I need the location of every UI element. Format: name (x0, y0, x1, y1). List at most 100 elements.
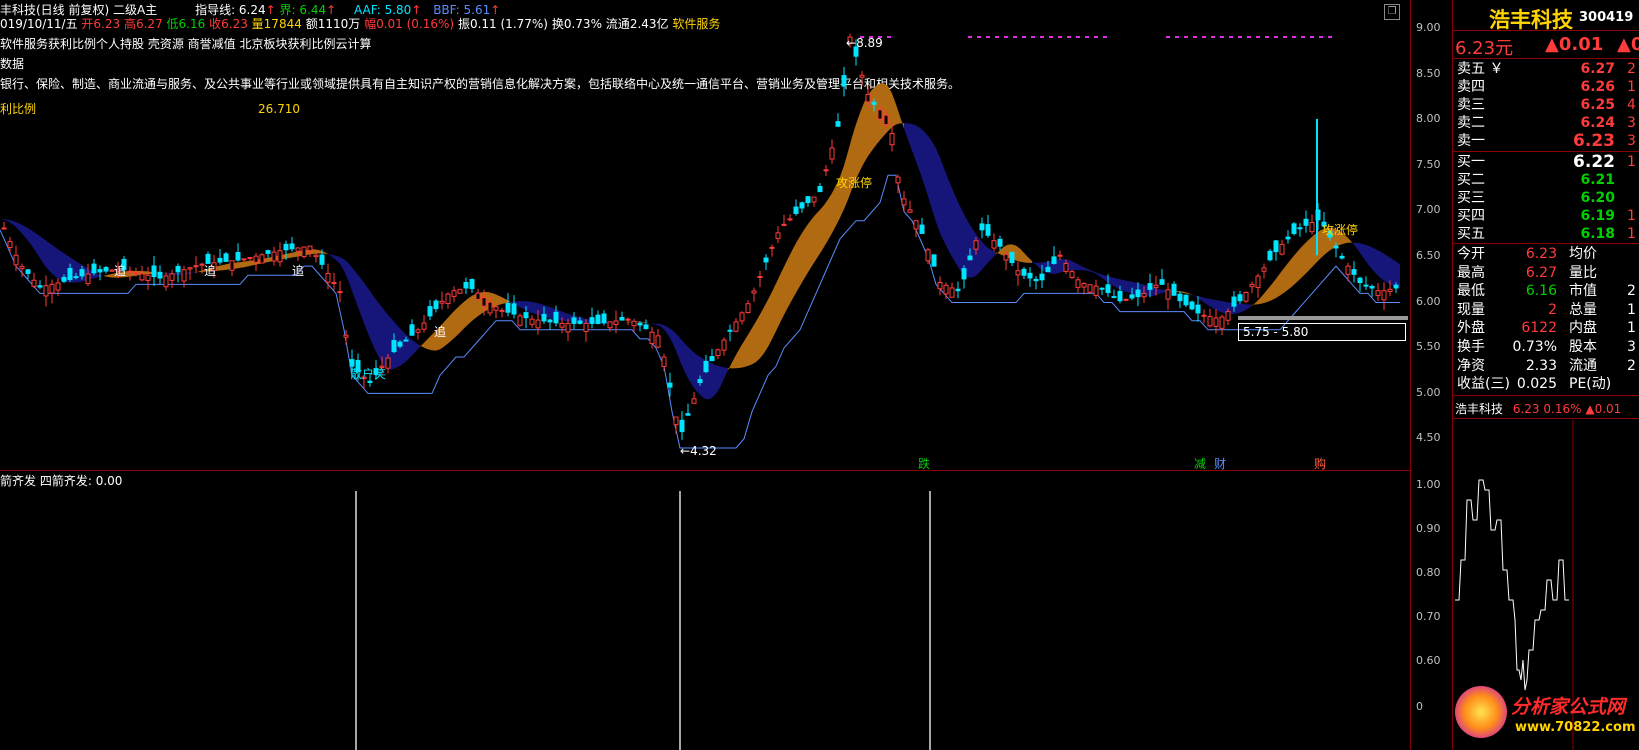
candle-body (163, 275, 169, 288)
ribbon-segment (928, 135, 932, 210)
ribbon-segment (144, 271, 148, 275)
ribbon-segment (984, 244, 988, 268)
ribbon-segment (348, 262, 352, 291)
candle-body (421, 322, 427, 330)
candle-body (685, 413, 691, 416)
candle-body (331, 282, 337, 285)
buy-level-row[interactable]: 买四 6.19 1 (1457, 207, 1639, 225)
candle-body (733, 321, 739, 332)
ribbon-segment (656, 323, 660, 327)
ribbon-segment (1248, 304, 1252, 309)
stats-row: 净资 2.33 流通 2 (1457, 357, 1639, 375)
level-price: 6.21 (1580, 172, 1615, 188)
ribbon-segment (760, 307, 764, 359)
candle-body (1039, 273, 1045, 281)
price-axis-label: 7.50 (1416, 157, 1441, 171)
ribbon-segment (1376, 249, 1380, 278)
level-price: 6.24 (1580, 115, 1615, 131)
sell-level-row[interactable]: 卖五 ￥ 6.27 2 (1457, 60, 1639, 78)
stat-value: 2 (1548, 301, 1557, 318)
ribbon-segment (1252, 302, 1256, 306)
candle-body (865, 93, 871, 103)
ribbon-segment (936, 148, 940, 233)
buy-level-row[interactable]: 买二 6.21 (1457, 171, 1639, 189)
ribbon-segment (1020, 248, 1024, 263)
ribbon-segment (980, 239, 984, 272)
candle-body (793, 206, 799, 214)
candle-body (1387, 288, 1393, 293)
candle-body (1369, 285, 1375, 289)
ribbon-segment (652, 323, 656, 325)
signal-dot (968, 36, 972, 38)
stock-code: 300419 (1579, 10, 1634, 25)
candle-body (73, 276, 79, 279)
candle-body (643, 324, 649, 330)
candle-body (811, 196, 817, 203)
ribbon-segment (744, 334, 748, 368)
restore-icon[interactable]: ❐ (1384, 4, 1400, 20)
ribbon-segment (548, 306, 552, 319)
price-chart[interactable] (0, 0, 1412, 470)
ribbon-segment (932, 141, 936, 223)
ribbon-segment (764, 299, 768, 354)
ribbon-segment (640, 321, 644, 323)
candle-body (385, 357, 391, 369)
candle-body (649, 331, 655, 345)
price-change: ▲0.01 (1545, 34, 1604, 55)
ribbon-segment (40, 236, 44, 265)
lower-signal-chart[interactable] (0, 471, 1412, 750)
ribbon-segment (716, 364, 720, 394)
candle-body (883, 114, 889, 126)
stat-label: 净资 (1457, 357, 1485, 374)
ribbon-segment (1036, 262, 1040, 269)
ribbon-segment (1368, 245, 1372, 270)
sell-level-row[interactable]: 卖二 6.24 3 (1457, 114, 1639, 132)
range-bar (1238, 316, 1408, 320)
sell-level-row[interactable]: 卖三 6.25 4 (1457, 96, 1639, 114)
signal-dot (1301, 36, 1305, 38)
level-price: 6.18 (1580, 226, 1615, 242)
ribbon-segment (728, 362, 732, 371)
sell-level-row[interactable]: 卖一 6.23 3 (1457, 132, 1639, 150)
limit-up-label: 攻涨停 (1322, 223, 1359, 237)
signal-dot (1310, 36, 1314, 38)
buy-level-row[interactable]: 买三 6.20 (1457, 189, 1639, 207)
ribbon-segment (788, 250, 792, 308)
ribbon-segment (808, 218, 812, 273)
stat-value: 1 (1627, 320, 1636, 337)
level-label: 卖五 ￥ (1457, 61, 1504, 77)
stats-row: 现量 2 总量 1 (1457, 301, 1639, 319)
candle-body (919, 224, 925, 234)
ribbon-segment (1220, 300, 1224, 314)
buy-level-row[interactable]: 买一 6.22 1 (1457, 153, 1639, 171)
chase-label: 追 (204, 264, 217, 278)
candle-body (1279, 243, 1285, 255)
ribbon-segment (856, 112, 860, 180)
candle-body (313, 254, 319, 258)
candle-body (61, 276, 67, 282)
signal-dot (986, 36, 990, 38)
candle-body (175, 265, 181, 273)
level-label: 买三 (1457, 190, 1485, 206)
ribbon-segment (1028, 257, 1032, 263)
candle-body (397, 341, 403, 347)
candle-body (1195, 304, 1201, 314)
candle-body (1165, 289, 1171, 300)
ribbon-segment (1208, 298, 1212, 308)
candle-body (1153, 284, 1159, 289)
stat-label: 今开 (1457, 246, 1485, 262)
ribbon-segment (636, 321, 640, 323)
buy-level-row[interactable]: 买五 6.18 1 (1457, 225, 1639, 243)
signal-dot (1256, 36, 1260, 38)
sell-level-row[interactable]: 卖四 6.26 1 (1457, 78, 1639, 96)
level-label: 买四 (1457, 208, 1485, 224)
stat-value: 0.73% (1512, 339, 1557, 355)
ribbon-segment (680, 337, 684, 371)
chart-area[interactable]: 丰科技(日线 前复权) 二级A主 指导线: 6.24↑ 界: 6.44↑ AAF… (0, 0, 1441, 750)
candle-body (1027, 272, 1033, 279)
price-axis-label: 5.50 (1416, 340, 1441, 354)
candle-body (301, 246, 307, 258)
ribbon-segment (1000, 246, 1004, 256)
level-price: 6.19 (1580, 208, 1615, 224)
candle-body (1129, 294, 1135, 299)
